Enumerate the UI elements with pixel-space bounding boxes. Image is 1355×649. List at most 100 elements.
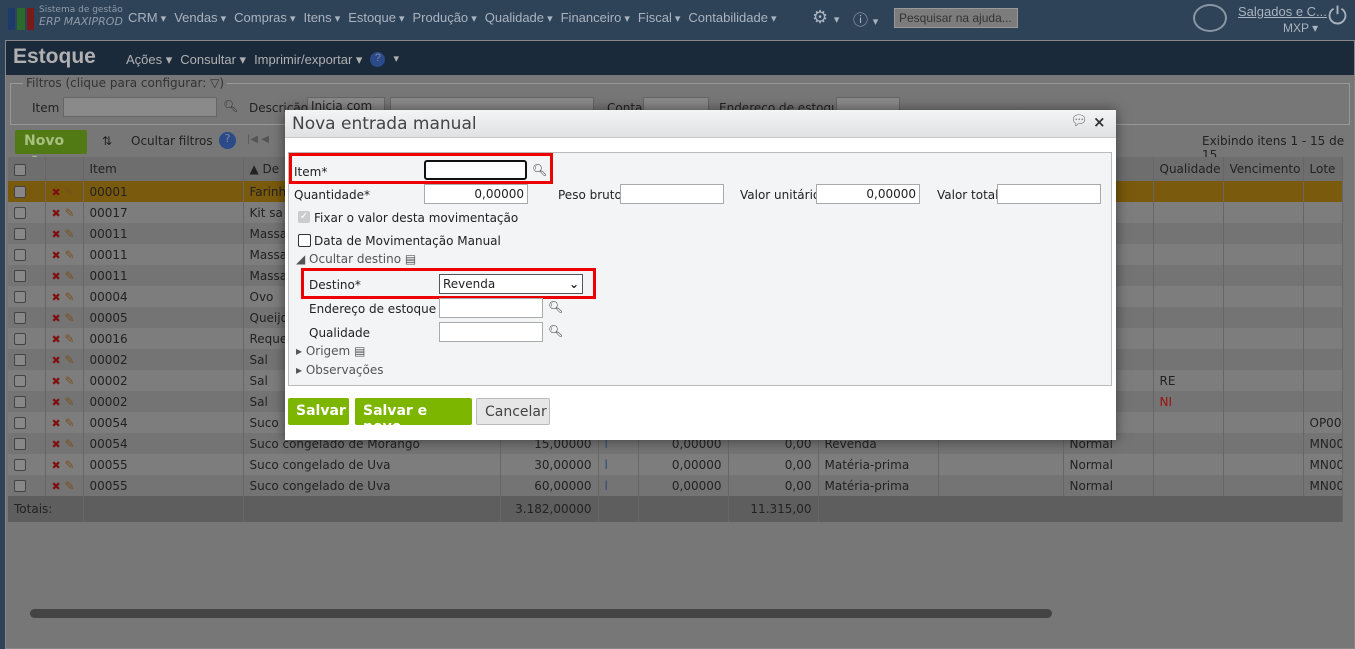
edit-icon[interactable]: ✎: [65, 416, 75, 430]
nav-producao[interactable]: Produção: [413, 10, 477, 25]
edit-icon[interactable]: ✎: [65, 206, 75, 220]
help-icon[interactable]: ?: [219, 132, 236, 149]
row-checkbox[interactable]: [8, 202, 46, 223]
table-row[interactable]: ✖ ✎ 00055 Suco congelado de Uva 60,00000 l 0,…: [8, 475, 1343, 496]
nav-financeiro[interactable]: Financeiro: [561, 10, 630, 25]
edit-icon[interactable]: ✎: [65, 311, 75, 325]
col-lote[interactable]: Lote: [1303, 157, 1343, 181]
cancelar-button[interactable]: Cancelar: [476, 398, 550, 425]
row-checkbox[interactable]: [8, 349, 46, 370]
gear-icon[interactable]: ⚙ ▾: [812, 7, 839, 28]
qualidade-input[interactable]: [439, 322, 543, 342]
edit-icon[interactable]: ✎: [65, 290, 75, 304]
help-search-input[interactable]: Pesquisar na ajuda...: [894, 8, 1018, 28]
ocultar-destino-toggle[interactable]: ◢ Ocultar destino ▤: [296, 252, 416, 266]
menu-consultar[interactable]: Consultar ▾: [180, 52, 246, 68]
edit-icon[interactable]: ✎: [65, 227, 75, 241]
nav-itens[interactable]: Itens: [303, 10, 340, 25]
col-qualidade[interactable]: Qualidade: [1153, 157, 1224, 181]
novo-button[interactable]: Novo ▾: [15, 130, 87, 164]
nav-fiscal[interactable]: Fiscal: [638, 10, 681, 25]
comment-icon[interactable]: 💬︎: [1070, 113, 1088, 129]
help-icon[interactable]: ?: [370, 52, 386, 67]
menu-imprimir[interactable]: Imprimir/exportar ▾: [254, 52, 362, 68]
delete-icon[interactable]: ✖: [52, 291, 61, 304]
menu-acoes[interactable]: Ações ▾: [126, 52, 172, 68]
nav-estoque[interactable]: Estoque: [348, 10, 404, 25]
close-icon[interactable]: ×: [1093, 113, 1106, 131]
row-checkbox[interactable]: [8, 286, 46, 307]
horizontal-scrollbar[interactable]: [30, 609, 1052, 618]
delete-icon[interactable]: ✖: [52, 270, 61, 283]
delete-icon[interactable]: ✖: [52, 459, 61, 472]
edit-icon[interactable]: ✎: [65, 374, 75, 388]
delete-icon[interactable]: ✖: [52, 417, 61, 430]
row-checkbox[interactable]: [8, 475, 46, 496]
edit-icon[interactable]: ✎: [65, 269, 75, 283]
filters-legend[interactable]: Filtros (clique para configurar: ▽): [23, 76, 228, 90]
delete-icon[interactable]: ✖: [52, 480, 61, 493]
row-checkbox[interactable]: [8, 244, 46, 265]
search-icon[interactable]: 🔍︎: [532, 163, 547, 177]
nav-qualidade[interactable]: Qualidade: [485, 10, 553, 25]
data-manual-checkbox[interactable]: [298, 234, 311, 247]
row-checkbox[interactable]: [8, 265, 46, 286]
valor-total-input[interactable]: [997, 184, 1101, 204]
search-icon[interactable]: 🔍︎: [548, 300, 563, 314]
row-checkbox[interactable]: [8, 181, 46, 202]
select-all-checkbox[interactable]: [8, 157, 46, 181]
quantidade-input[interactable]: 0,00000: [424, 184, 528, 204]
row-checkbox[interactable]: [8, 370, 46, 391]
edit-icon[interactable]: ✎: [65, 458, 75, 472]
origem-toggle[interactable]: ▸ Origem ▤: [296, 344, 365, 358]
edit-icon[interactable]: ✎: [65, 437, 75, 451]
help-icon[interactable]: ⓘ ▾: [853, 9, 878, 30]
row-checkbox[interactable]: [8, 433, 46, 454]
company-selector[interactable]: MXP ▾: [1283, 21, 1318, 35]
col-vencimento[interactable]: Vencimento: [1223, 157, 1304, 181]
endereco-input[interactable]: [439, 298, 543, 318]
power-icon[interactable]: ⏻: [1328, 2, 1347, 30]
nav-vendas[interactable]: Vendas: [174, 10, 226, 25]
search-icon[interactable]: 🔍︎: [548, 324, 563, 338]
observacoes-toggle[interactable]: ▸ Observações: [296, 363, 384, 377]
peso-bruto-input[interactable]: [620, 184, 724, 204]
delete-icon[interactable]: ✖: [52, 438, 61, 451]
edit-icon[interactable]: ✎: [65, 353, 75, 367]
edit-icon[interactable]: ✎: [65, 395, 75, 409]
nav-compras[interactable]: Compras: [234, 10, 295, 25]
delete-icon[interactable]: ✖: [52, 396, 61, 409]
row-checkbox[interactable]: [8, 412, 46, 433]
salvar-button[interactable]: Salvar: [288, 398, 349, 425]
delete-icon[interactable]: ✖: [52, 375, 61, 388]
table-row[interactable]: ✖ ✎ 00055 Suco congelado de Uva 30,00000 l 0,…: [8, 454, 1343, 475]
edit-icon[interactable]: ✎: [65, 248, 75, 262]
row-checkbox[interactable]: [8, 223, 46, 244]
user-link[interactable]: Salgados e C...: [1238, 4, 1327, 19]
delete-icon[interactable]: ✖: [52, 312, 61, 325]
row-checkbox[interactable]: [8, 391, 46, 412]
search-icon[interactable]: 🔍︎: [223, 99, 238, 113]
item-input[interactable]: [424, 160, 527, 180]
salvar-e-novo-button[interactable]: Salvar e novo: [355, 398, 472, 435]
delete-icon[interactable]: ✖: [52, 207, 61, 220]
edit-icon[interactable]: ✎: [65, 185, 75, 199]
ocultar-filtros-button[interactable]: Ocultar filtros: [131, 134, 213, 148]
delete-icon[interactable]: ✖: [52, 354, 61, 367]
delete-icon[interactable]: ✖: [52, 186, 61, 199]
row-checkbox[interactable]: [8, 328, 46, 349]
filter-item-input[interactable]: [63, 97, 217, 117]
destino-select[interactable]: Revenda ⌄: [439, 274, 583, 294]
nav-crm[interactable]: CRM: [128, 10, 166, 25]
row-checkbox[interactable]: [8, 454, 46, 475]
col-item[interactable]: Item: [83, 157, 244, 181]
valor-unitario-input[interactable]: 0,00000: [816, 184, 920, 204]
delete-icon[interactable]: ✖: [52, 333, 61, 346]
delete-icon[interactable]: ✖: [52, 249, 61, 262]
first-page-icon[interactable]: |◀ ◀: [247, 134, 269, 145]
nav-contabilidade[interactable]: Contabilidade: [688, 10, 776, 25]
edit-icon[interactable]: ✎: [65, 479, 75, 493]
row-checkbox[interactable]: [8, 307, 46, 328]
edit-icon[interactable]: ✎: [65, 332, 75, 346]
chat-icon[interactable]: [1193, 4, 1227, 32]
